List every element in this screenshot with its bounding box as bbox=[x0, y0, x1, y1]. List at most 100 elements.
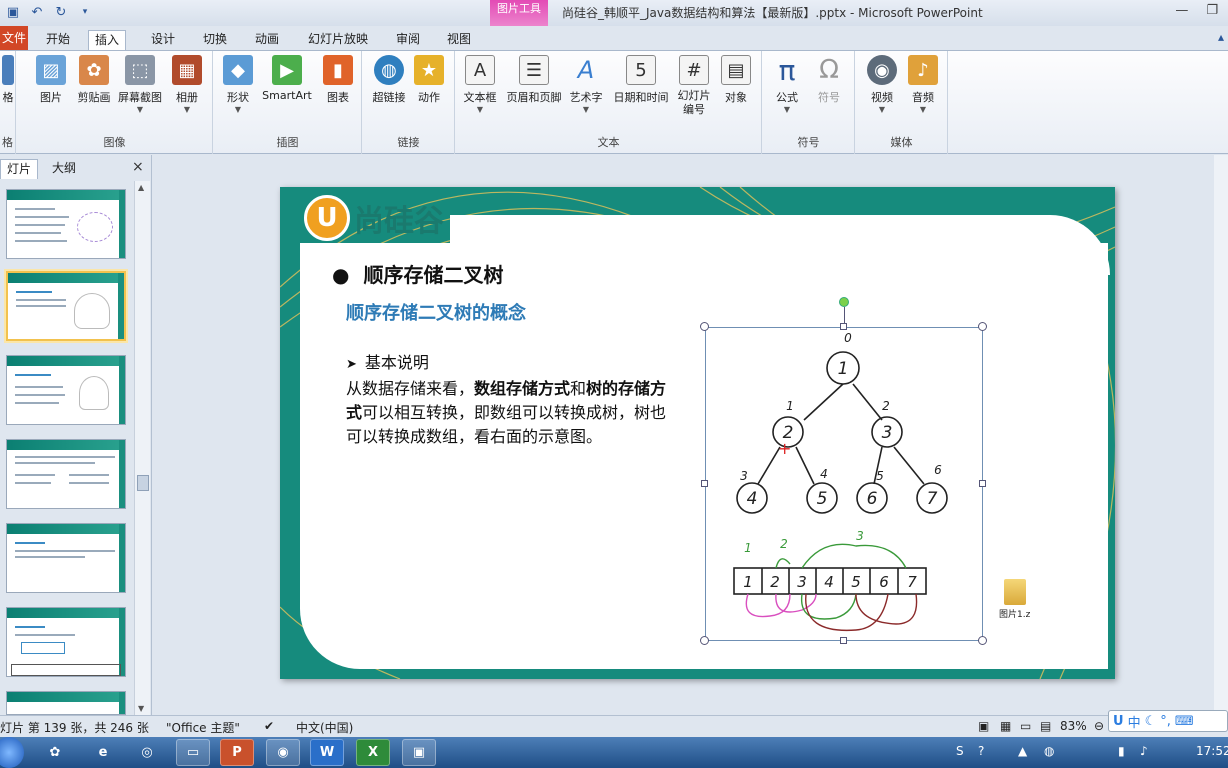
start-button[interactable] bbox=[0, 737, 24, 768]
tool-app-icon[interactable]: ▣ bbox=[402, 739, 436, 766]
slideshow-icon[interactable]: ▤ bbox=[1040, 719, 1051, 733]
table-button[interactable]: 格 bbox=[0, 55, 16, 105]
tab-file[interactable]: 文件 bbox=[0, 26, 28, 50]
slide-canvas[interactable]: U 尚硅谷 ● 顺序存储二叉树 顺序存储二叉树的概念 ➤ 基本说明 从数据存储来看，… bbox=[280, 187, 1115, 679]
ime-mode[interactable]: 中 bbox=[1128, 712, 1141, 731]
scroll-thumb[interactable] bbox=[137, 475, 149, 491]
resize-handle[interactable] bbox=[840, 323, 847, 330]
tab-view[interactable]: 视图 bbox=[441, 30, 477, 50]
object-button[interactable]: ▤ 对象 bbox=[718, 55, 754, 105]
customize-qat-icon[interactable]: ▾ bbox=[76, 3, 94, 21]
volume-icon[interactable]: ♪ bbox=[1140, 744, 1148, 758]
spellcheck-icon[interactable]: ✔ bbox=[264, 719, 274, 733]
explorer-icon[interactable]: ▭ bbox=[176, 739, 210, 766]
tab-design[interactable]: 设计 bbox=[145, 30, 181, 50]
slide-body-text[interactable]: ➤ 基本说明 从数据存储来看，数组存储方式和树的存储方式可以相互转换，即数组可以转… bbox=[346, 351, 676, 449]
help-icon[interactable]: ? bbox=[978, 744, 984, 758]
header-footer-button[interactable]: ☰ 页眉和页脚 bbox=[502, 55, 566, 105]
normal-view-icon[interactable]: ▣ bbox=[978, 719, 989, 733]
tab-slideshow[interactable]: 幻灯片放映 bbox=[302, 30, 374, 50]
punctuation-icon[interactable]: °, bbox=[1160, 714, 1171, 729]
zoom-level[interactable]: 83% bbox=[1060, 719, 1087, 733]
excel-app[interactable]: X bbox=[356, 739, 390, 766]
app-icon[interactable]: ✿ bbox=[38, 739, 72, 766]
ime-toolbar[interactable]: U 中 ☾ °, ⌨ bbox=[1108, 710, 1228, 732]
word-app[interactable]: W bbox=[310, 739, 344, 766]
video-button[interactable]: ◉ 视频 ▼ bbox=[862, 55, 902, 114]
selected-picture[interactable]: 1 2 3 4 5 6 7 0 1 2 3 4 5 6 1 2 3 4 5 6 … bbox=[700, 297, 987, 645]
picture-button[interactable]: ▨ 图片 bbox=[31, 55, 71, 105]
shapes-dropdown-icon[interactable]: ▼ bbox=[218, 105, 258, 114]
clipart-button[interactable]: ✿ 剪贴画 bbox=[71, 55, 117, 105]
smartart-button[interactable]: ▶ SmartArt bbox=[258, 55, 316, 102]
tab-transitions[interactable]: 切换 bbox=[197, 30, 233, 50]
slide-thumbnail[interactable] bbox=[6, 355, 126, 425]
tab-animations[interactable]: 动画 bbox=[249, 30, 285, 50]
slide-thumbnail[interactable] bbox=[6, 439, 126, 509]
browser-icon[interactable]: ◎ bbox=[130, 739, 164, 766]
slide-number-button[interactable]: # 幻灯片 编号 bbox=[674, 55, 714, 117]
album-dropdown-icon[interactable]: ▼ bbox=[167, 105, 207, 114]
rotate-handle[interactable] bbox=[839, 297, 849, 307]
resize-handle[interactable] bbox=[700, 322, 709, 331]
browser-icon[interactable]: e bbox=[86, 739, 120, 766]
slide-sorter-icon[interactable]: ▦ bbox=[1000, 719, 1011, 733]
album-button[interactable]: ▦ 相册 ▼ bbox=[167, 55, 207, 114]
tray-expand-icon[interactable]: ▲ bbox=[1018, 744, 1027, 758]
audio-button[interactable]: ♪ 音频 ▼ bbox=[904, 55, 942, 114]
slide-subheading[interactable]: 顺序存储二叉树的概念 bbox=[346, 299, 526, 325]
scroll-down-icon[interactable]: ▼ bbox=[138, 704, 144, 713]
reading-view-icon[interactable]: ▭ bbox=[1020, 719, 1031, 733]
tab-slides[interactable]: 灯片 bbox=[0, 159, 39, 179]
slide-heading[interactable]: ● 顺序存储二叉树 bbox=[332, 259, 503, 288]
slide-thumbnail[interactable] bbox=[6, 691, 126, 715]
save-icon[interactable]: ▣ bbox=[4, 3, 22, 21]
media-app-icon[interactable]: ◉ bbox=[266, 739, 300, 766]
antivirus-icon[interactable]: S bbox=[956, 744, 964, 758]
tab-review[interactable]: 审阅 bbox=[390, 30, 426, 50]
slide-thumbnail[interactable] bbox=[6, 607, 126, 677]
editor-scrollbar[interactable] bbox=[1214, 155, 1228, 715]
chart-button[interactable]: ▮ 图表 bbox=[318, 55, 358, 105]
action-button[interactable]: ★ 动作 bbox=[411, 55, 447, 105]
restore-button[interactable]: ❐ bbox=[1206, 3, 1218, 18]
theme-name[interactable]: "Office 主题" bbox=[166, 719, 240, 736]
tab-outline[interactable]: 大纲 bbox=[46, 159, 82, 179]
wordart-dropdown-icon[interactable]: ▼ bbox=[566, 105, 606, 114]
keyboard-icon[interactable]: ⌨ bbox=[1175, 714, 1194, 729]
slide-thumbnail-selected[interactable] bbox=[6, 271, 126, 341]
hyperlink-button[interactable]: ◍ 超链接 bbox=[367, 55, 411, 105]
ribbon-collapse-icon[interactable]: ▴ bbox=[1218, 30, 1224, 44]
resize-handle[interactable] bbox=[701, 480, 708, 487]
minimize-button[interactable]: — bbox=[1175, 3, 1188, 18]
moon-icon[interactable]: ☾ bbox=[1145, 714, 1157, 729]
resize-handle[interactable] bbox=[979, 480, 986, 487]
panel-scrollbar[interactable]: ▲ ▼ bbox=[134, 181, 150, 715]
textbox-dropdown-icon[interactable]: ▼ bbox=[460, 105, 500, 114]
screenshot-dropdown-icon[interactable]: ▼ bbox=[115, 105, 165, 114]
resize-handle[interactable] bbox=[978, 636, 987, 645]
language[interactable]: 中文(中国) bbox=[296, 719, 353, 736]
video-dropdown-icon[interactable]: ▼ bbox=[862, 105, 902, 114]
wordart-button[interactable]: A 艺术字 ▼ bbox=[566, 55, 606, 114]
screenshot-button[interactable]: ⬚ 屏幕截图 ▼ bbox=[115, 55, 165, 114]
datetime-button[interactable]: 5 日期和时间 bbox=[608, 55, 674, 105]
symbol-button[interactable]: Ω 符号 bbox=[811, 55, 847, 105]
dragged-file[interactable]: 图片1.z bbox=[999, 579, 1030, 620]
resize-handle[interactable] bbox=[840, 637, 847, 644]
clock[interactable]: 17:52 bbox=[1196, 744, 1228, 758]
slide-thumbnail[interactable] bbox=[6, 189, 126, 259]
textbox-button[interactable]: A 文本框 ▼ bbox=[460, 55, 500, 114]
redo-icon[interactable]: ↻ bbox=[52, 3, 70, 21]
resize-handle[interactable] bbox=[700, 636, 709, 645]
resize-handle[interactable] bbox=[978, 322, 987, 331]
scroll-up-icon[interactable]: ▲ bbox=[138, 183, 144, 192]
undo-icon[interactable]: ↶ bbox=[28, 3, 46, 21]
audio-dropdown-icon[interactable]: ▼ bbox=[904, 105, 942, 114]
equation-button[interactable]: π 公式 ▼ bbox=[767, 54, 807, 115]
zoom-out-icon[interactable]: ⊖ bbox=[1094, 719, 1104, 733]
close-icon[interactable]: × bbox=[132, 159, 144, 175]
equation-dropdown-icon[interactable]: ▼ bbox=[767, 105, 807, 114]
shapes-button[interactable]: ◆ 形状 ▼ bbox=[218, 55, 258, 114]
signal-icon[interactable]: ▮ bbox=[1118, 744, 1125, 758]
